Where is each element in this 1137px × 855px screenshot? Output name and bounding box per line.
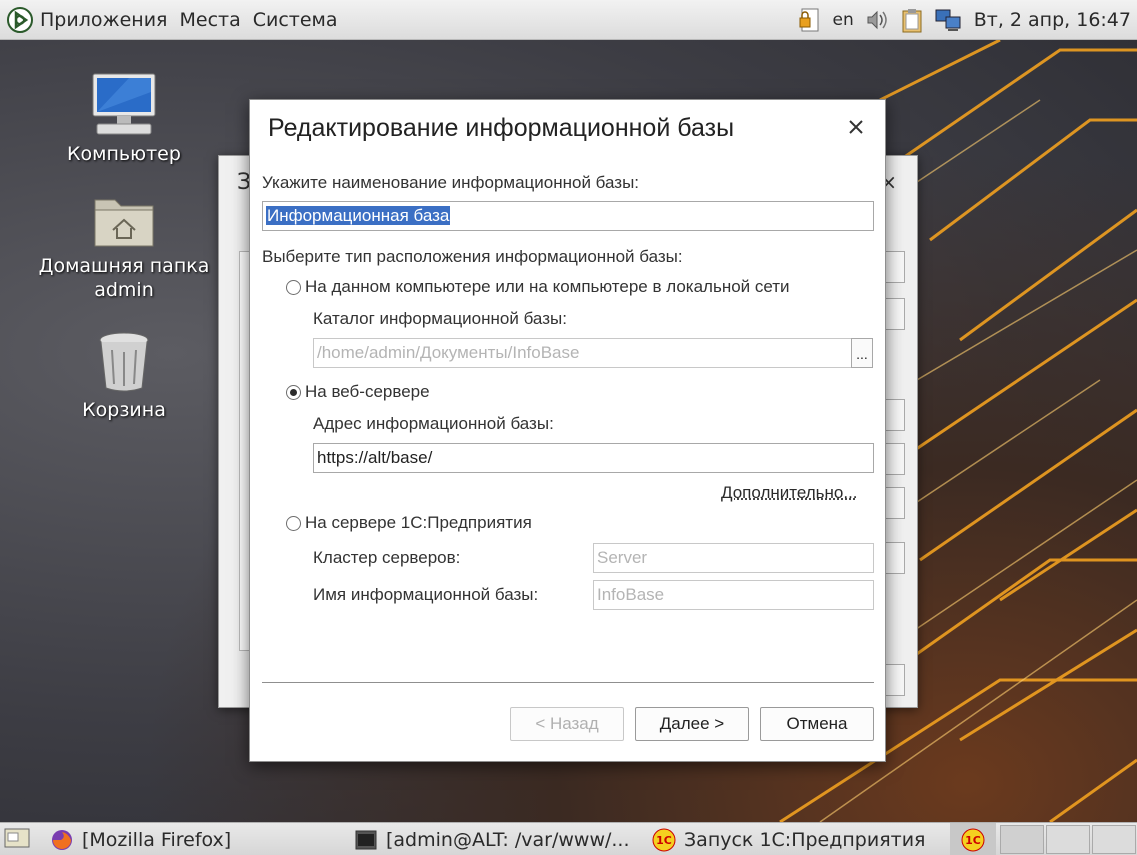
more-settings-link[interactable]: Дополнительно... xyxy=(721,483,858,503)
svg-text:1C: 1C xyxy=(656,834,672,847)
taskbar-item-terminal[interactable]: [admin@ALT: /var/www/... xyxy=(354,823,630,855)
computer-icon xyxy=(92,73,156,135)
menu-applications[interactable]: Приложения xyxy=(40,9,167,31)
workspace-2[interactable] xyxy=(1046,825,1090,854)
close-icon[interactable] xyxy=(845,116,867,138)
notes-lock-icon[interactable] xyxy=(796,6,824,34)
radio-local-label[interactable]: На данном компьютере или на компьютере в… xyxy=(305,277,790,297)
cancel-button[interactable]: Отмена xyxy=(760,707,874,741)
infobase-name-label: Укажите наименование информационной базы… xyxy=(262,173,640,192)
next-button[interactable]: Далее > xyxy=(635,707,749,741)
dialog-separator xyxy=(262,682,874,683)
desktop-icon-label: Корзина xyxy=(82,399,166,421)
cluster-input[interactable]: Server xyxy=(593,543,874,573)
taskbar-item-1c-active[interactable]: 1C xyxy=(950,823,996,855)
clipboard-icon[interactable] xyxy=(898,6,926,34)
firefox-icon xyxy=(52,829,72,850)
catalog-label: Каталог информационной базы: xyxy=(313,309,567,328)
main-menu: Приложения Места Система xyxy=(0,6,350,34)
menu-system[interactable]: Система xyxy=(253,9,338,31)
taskbar-item-label: [admin@ALT: /var/www/... xyxy=(386,828,630,851)
workspace-3[interactable] xyxy=(1092,825,1136,854)
trash-icon xyxy=(99,332,149,392)
network-icon[interactable] xyxy=(934,6,962,34)
taskbar-item-label: Запуск 1С:Предприятия xyxy=(684,828,926,851)
ib-name-input[interactable]: InfoBase xyxy=(593,580,874,610)
volume-icon[interactable] xyxy=(862,6,890,34)
edit-infobase-dialog: Редактирование информационной базы Укажи… xyxy=(249,99,886,762)
home-folder-icon xyxy=(94,199,154,247)
clock[interactable]: Вт, 2 апр, 16:47 xyxy=(974,9,1131,31)
desktop-icon-label: Компьютер xyxy=(67,143,181,165)
menu-places[interactable]: Места xyxy=(179,9,240,31)
taskbar-item-firefox[interactable]: [Mozilla Firefox] xyxy=(50,823,251,855)
cluster-label: Кластер серверов: xyxy=(313,548,461,567)
dialog-title: Редактирование информационной базы xyxy=(268,114,735,142)
radio-server[interactable] xyxy=(286,516,301,531)
taskbar-item-1c[interactable]: 1C Запуск 1С:Предприятия xyxy=(652,823,926,855)
location-type-label: Выберите тип расположения информационной… xyxy=(262,247,683,266)
system-tray: en Вт, 2 апр, 16:47 xyxy=(796,0,1131,40)
infobase-name-input[interactable]: Информационная база xyxy=(262,201,874,231)
browse-button[interactable]: ... xyxy=(851,338,873,368)
infobase-name-value: Информационная база xyxy=(266,206,451,225)
terminal-icon xyxy=(355,830,377,849)
workspace-1[interactable] xyxy=(1000,825,1044,854)
show-desktop-icon[interactable] xyxy=(4,827,30,851)
bottom-taskbar: [Mozilla Firefox] [admin@ALT: /var/www/.… xyxy=(0,822,1137,855)
radio-web-label[interactable]: На веб-сервере xyxy=(305,382,430,402)
catalog-input[interactable]: /home/admin/Документы/InfoBase xyxy=(313,338,852,368)
radio-web[interactable] xyxy=(286,385,301,400)
desktop-icon-home[interactable]: Домашняя папка admin xyxy=(29,190,219,302)
1c-icon: 1C xyxy=(961,828,985,851)
radio-local[interactable] xyxy=(286,280,301,295)
top-panel: Приложения Места Система en Вт, 2 апр, 1… xyxy=(0,0,1137,40)
address-input[interactable]: https://alt/base/ xyxy=(313,443,874,473)
desktop-icon-label: Домашняя папка admin xyxy=(38,255,210,301)
taskbar-item-label: [Mozilla Firefox] xyxy=(82,828,232,851)
desktop-icon-trash[interactable]: Корзина xyxy=(29,330,219,422)
back-button[interactable]: < Назад xyxy=(510,707,624,741)
radio-server-label[interactable]: На сервере 1С:Предприятия xyxy=(305,513,532,533)
keyboard-layout[interactable]: en xyxy=(832,10,853,30)
svg-text:1C: 1C xyxy=(965,834,981,847)
desktop-icon-computer[interactable]: Компьютер xyxy=(29,72,219,166)
alt-logo-icon[interactable] xyxy=(6,6,34,34)
address-label: Адрес информационной базы: xyxy=(313,414,554,433)
1c-icon: 1C xyxy=(652,828,676,851)
ib-name-label: Имя информационной базы: xyxy=(313,585,539,604)
